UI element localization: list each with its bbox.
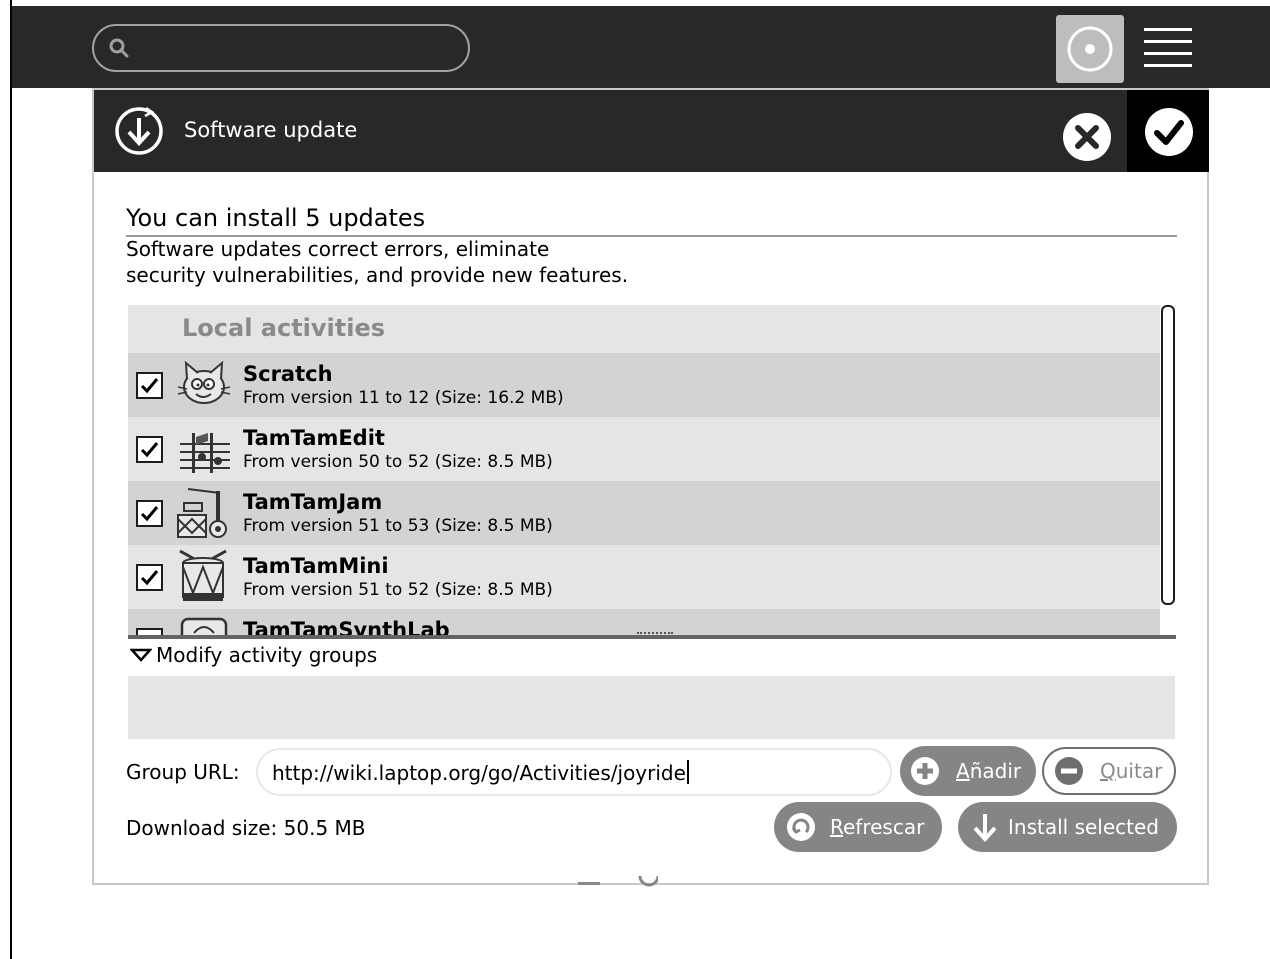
triangle-down-icon: [130, 648, 152, 662]
window-edge: [10, 0, 12, 959]
modify-groups-label: Modify activity groups: [156, 643, 378, 667]
activity-version: From version 51 to 52 (Size: 8.5 MB): [243, 580, 553, 600]
group-header-label: Local activities: [182, 314, 386, 342]
software-update-icon: [115, 106, 163, 155]
download-size: Download size: 50.5 MB: [126, 816, 366, 840]
dialog-header: Software update: [94, 90, 1209, 172]
activity-update-list[interactable]: Local activities Scratch From version 11…: [128, 305, 1176, 639]
activity-name: TamTamMini: [243, 554, 389, 578]
update-checkbox[interactable]: [136, 500, 163, 527]
top-toolbar: [12, 0, 1270, 88]
activity-name: TamTamEdit: [243, 426, 385, 450]
activity-version: From version 50 to 52 (Size: 8.5 MB): [243, 452, 553, 472]
activity-name: TamTamJam: [243, 490, 383, 514]
tamtam-jam-icon: [177, 488, 227, 538]
text-cursor: [686, 760, 689, 784]
activity-name: Scratch: [243, 362, 333, 386]
scratch-cat-icon: [177, 360, 231, 404]
tamtam-edit-icon: [180, 433, 230, 473]
remove-button-label: Quitar: [1100, 759, 1163, 783]
remove-button[interactable]: Quitar: [1042, 747, 1176, 795]
list-view-icon[interactable]: [1140, 22, 1196, 78]
update-checkbox[interactable]: [136, 564, 163, 591]
software-update-dialog: Software update You can install 5 update…: [92, 88, 1209, 885]
list-item[interactable]: TamTamEdit From version 50 to 52 (Size: …: [128, 417, 1160, 481]
description-line: Software updates correct errors, elimina…: [126, 237, 550, 261]
checkmark-icon: [140, 506, 159, 522]
checkmark-icon: [140, 570, 159, 586]
resize-grip[interactable]: [637, 632, 673, 636]
download-arrow-icon: [973, 814, 997, 842]
list-item[interactable]: TamTamMini From version 51 to 52 (Size: …: [128, 545, 1160, 609]
home-view-button[interactable]: [1056, 15, 1124, 83]
updates-headline: You can install 5 updates: [126, 204, 426, 232]
install-selected-label: Install selected: [1008, 815, 1159, 839]
list-item[interactable]: TamTamJam From version 51 to 53 (Size: 8…: [128, 481, 1160, 545]
group-url-label: Group URL:: [126, 760, 240, 784]
add-button-label: Añadir: [956, 759, 1022, 783]
install-selected-button[interactable]: Install selected: [958, 802, 1177, 852]
refresh-button-label: Refrescar: [830, 815, 925, 839]
search-icon: [109, 38, 129, 58]
modify-groups-expander[interactable]: Modify activity groups: [130, 643, 377, 667]
description-line: security vulnerabilities, and provide ne…: [126, 263, 629, 287]
group-header: Local activities: [128, 305, 1160, 353]
search-field[interactable]: [92, 24, 470, 72]
add-button[interactable]: Añadir: [900, 746, 1036, 796]
update-checkbox[interactable]: [136, 372, 163, 399]
minus-icon: [1055, 757, 1083, 785]
update-checkbox[interactable]: [136, 436, 163, 463]
list-item[interactable]: Scratch From version 11 to 12 (Size: 16.…: [128, 353, 1160, 417]
plus-icon: [911, 757, 939, 785]
home-ring-icon: [1067, 26, 1113, 72]
refresh-icon: [787, 813, 815, 841]
updates-description: Software updates correct errors, elimina…: [126, 236, 628, 288]
activity-version: From version 11 to 12 (Size: 16.2 MB): [243, 388, 564, 408]
refresh-button[interactable]: Refrescar: [774, 802, 942, 852]
checkmark-icon[interactable]: [1143, 106, 1195, 158]
list-scrollbar[interactable]: [1161, 305, 1175, 605]
group-url-value: http://wiki.laptop.org/go/Activities/joy…: [272, 760, 689, 785]
underlying-window-fragment: [578, 876, 658, 887]
checkmark-icon: [140, 442, 159, 458]
tamtam-mini-drum-icon: [179, 549, 227, 601]
activity-version: From version 51 to 53 (Size: 8.5 MB): [243, 516, 553, 536]
cancel-icon[interactable]: [1062, 112, 1112, 162]
checkmark-icon: [140, 378, 159, 394]
activity-groups-list[interactable]: [128, 676, 1175, 739]
dialog-title: Software update: [184, 118, 358, 142]
